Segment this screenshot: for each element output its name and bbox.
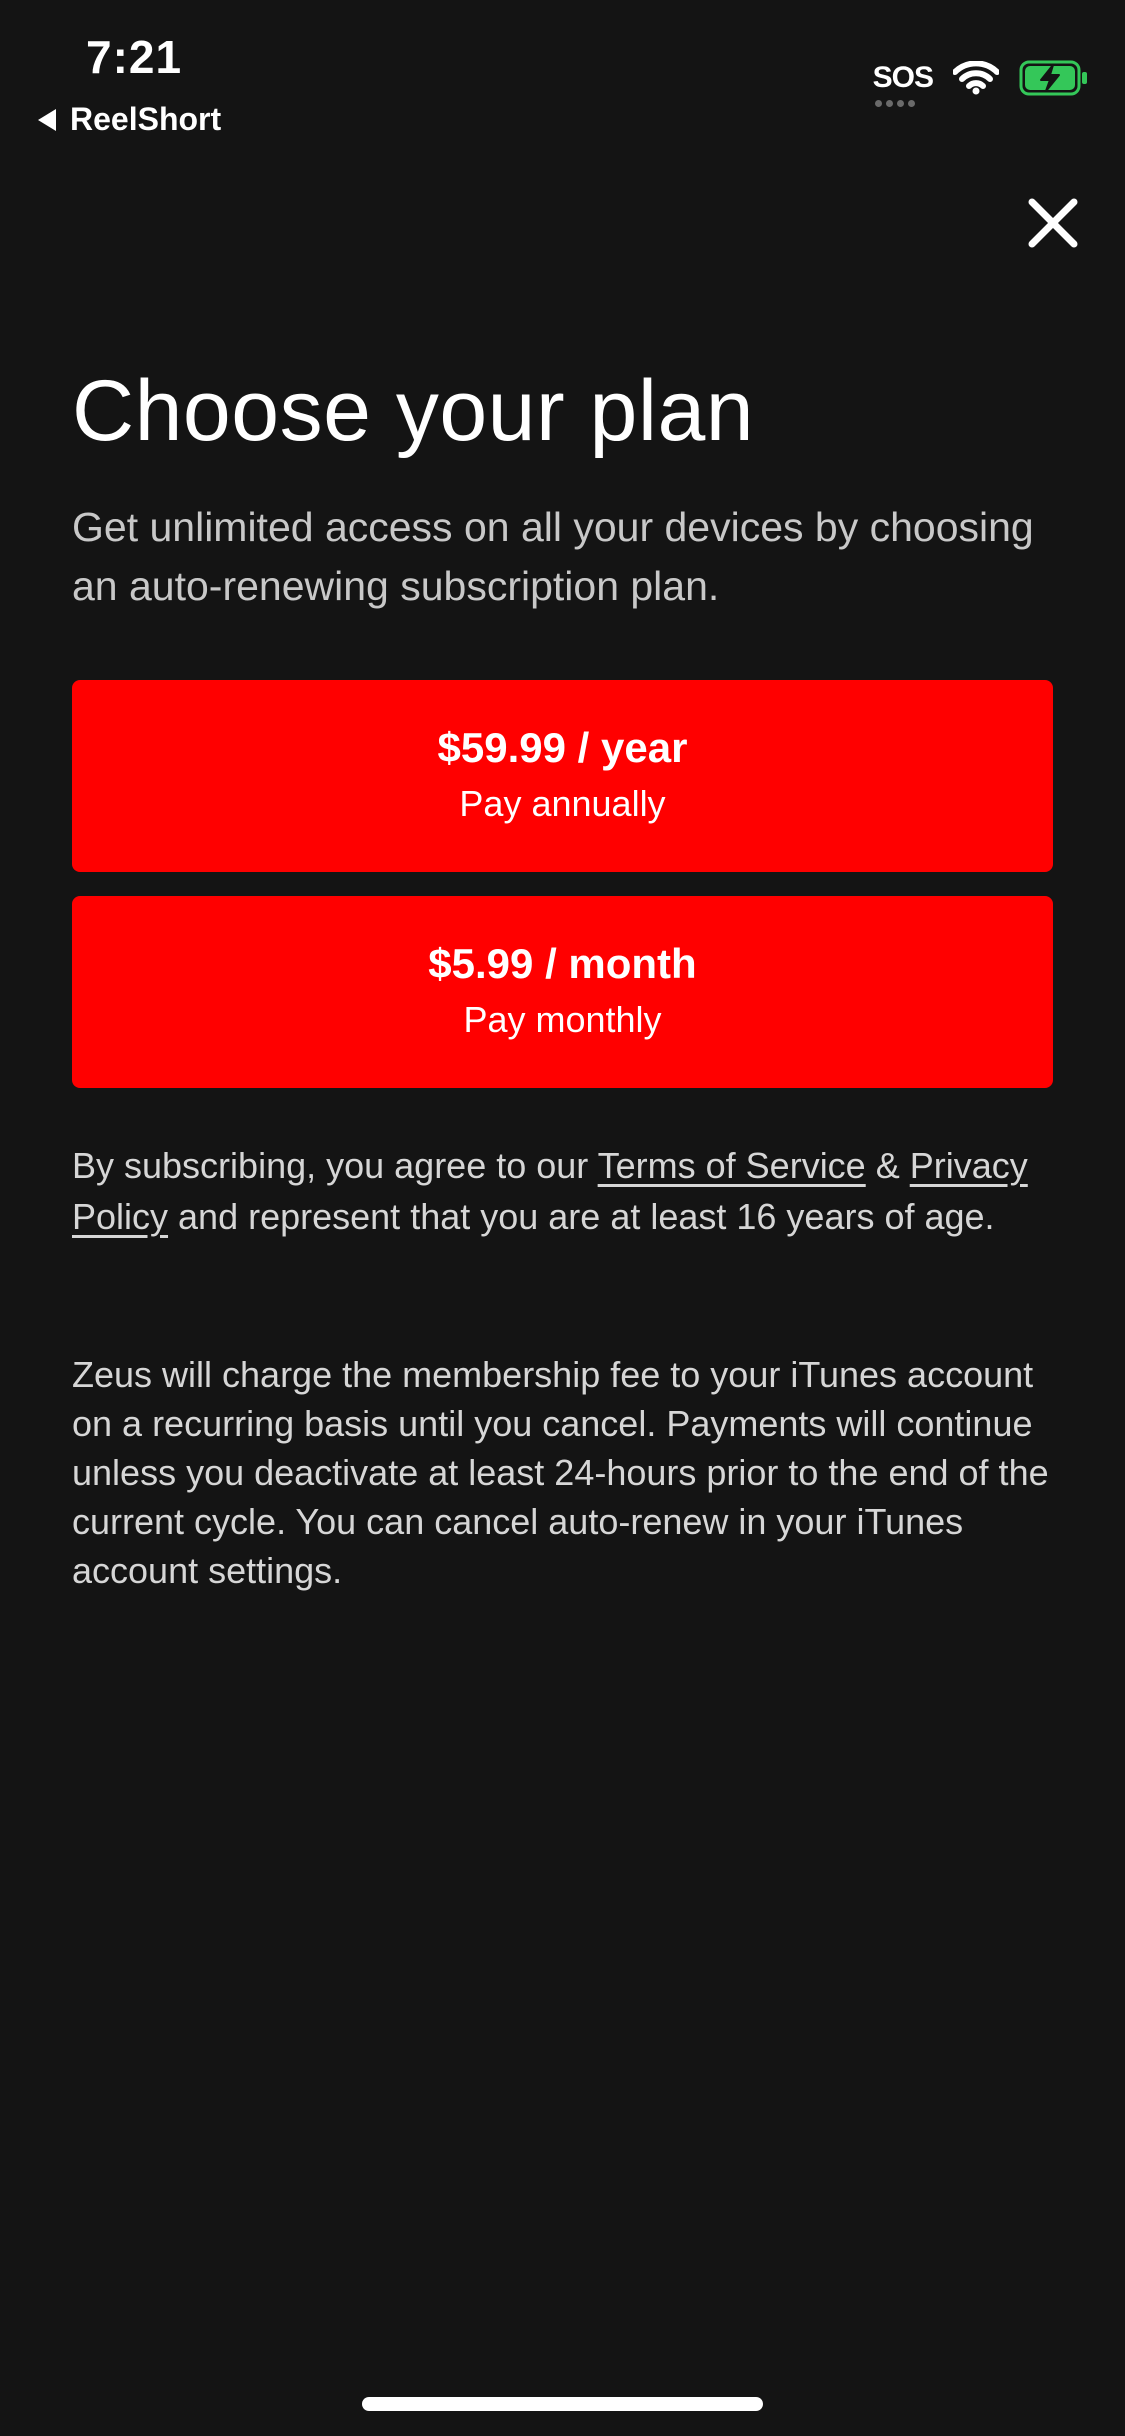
monthly-plan-button[interactable]: $5.99 / month Pay monthly	[72, 896, 1053, 1088]
terms-of-service-link[interactable]: Terms of Service	[598, 1145, 866, 1186]
status-bar: 7:21 ReelShort SOS	[0, 0, 1125, 150]
battery-charging-icon	[1019, 60, 1087, 96]
home-indicator[interactable]	[362, 2397, 763, 2411]
legal-notice: By subscribing, you agree to our Terms o…	[72, 1140, 1062, 1242]
legal-suffix: and represent that you are at least 16 y…	[168, 1196, 995, 1237]
close-icon	[1028, 198, 1078, 248]
signal-dots-icon	[874, 100, 915, 107]
status-time: 7:21	[86, 31, 183, 83]
page-title: Choose your plan	[72, 363, 755, 459]
back-triangle-icon	[38, 108, 56, 131]
back-app-label: ReelShort	[70, 101, 222, 137]
sos-indicator: SOS	[872, 61, 934, 107]
annual-plan-button[interactable]: $59.99 / year Pay annually	[72, 680, 1053, 872]
status-indicators: SOS	[872, 60, 1089, 107]
wifi-icon	[953, 61, 999, 95]
plan-price: $59.99 / year	[437, 724, 688, 771]
page-subtitle: Get unlimited access on all your devices…	[72, 504, 1034, 609]
plan-period: Pay monthly	[463, 999, 662, 1040]
plan-period: Pay annually	[459, 783, 666, 824]
legal-ampersand: &	[865, 1145, 910, 1186]
back-to-app-button[interactable]: ReelShort	[38, 101, 221, 138]
close-button[interactable]	[1018, 188, 1088, 258]
legal-prefix: By subscribing, you agree to our	[72, 1145, 598, 1186]
billing-notice: Zeus will charge the membership fee to y…	[72, 1354, 1049, 1591]
sos-label: SOS	[872, 61, 934, 94]
plan-price: $5.99 / month	[428, 940, 697, 987]
